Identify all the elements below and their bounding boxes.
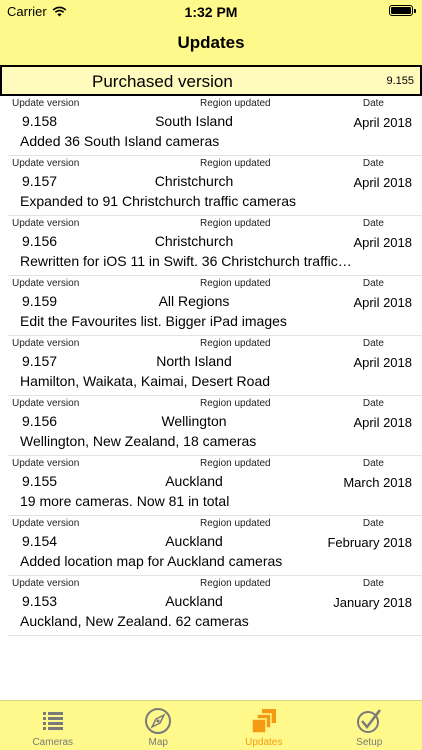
tab-label: Map	[148, 737, 168, 748]
update-date: April 2018	[353, 355, 412, 370]
date-header: Date	[362, 458, 384, 469]
version-header: Update version	[12, 578, 80, 589]
region-header: Region updated	[200, 278, 271, 289]
date-header: Date	[362, 98, 384, 109]
date-header: Date	[362, 578, 384, 589]
update-region: Christchurch	[154, 173, 234, 189]
region-header: Region updated	[200, 98, 271, 109]
region-header: Region updated	[200, 398, 271, 409]
date-header: Date	[362, 518, 384, 529]
region-header: Region updated	[200, 518, 271, 529]
version-header: Update version	[12, 98, 80, 109]
update-date: January 2018	[333, 595, 412, 610]
tab-label: Setup	[356, 737, 383, 748]
date-header: Date	[362, 218, 384, 229]
region-header: Region updated	[200, 338, 271, 349]
update-row[interactable]: Update version Region updated Date 9.156…	[8, 396, 422, 456]
top-bar: Carrier 1:32 PM Updates	[0, 0, 422, 65]
date-header: Date	[362, 398, 384, 409]
version-header: Update version	[12, 458, 80, 469]
update-description: Added location map for Auckland cameras	[20, 553, 283, 569]
version-header: Update version	[12, 278, 80, 289]
update-description: Rewritten for iOS 11 in Swift. 36 Christ…	[20, 253, 352, 269]
update-row[interactable]: Update version Region updated Date 9.155…	[8, 456, 422, 516]
update-description: Auckland, New Zealand. 62 cameras	[20, 613, 249, 629]
update-date: April 2018	[353, 295, 412, 310]
update-description: Hamilton, Waikata, Kaimai, Desert Road	[20, 373, 271, 389]
update-region: Auckland	[165, 533, 223, 549]
update-description: Wellington, New Zealand, 18 cameras	[20, 433, 257, 449]
version-header: Update version	[12, 218, 80, 229]
update-row[interactable]: Update version Region updated Date 9.159…	[8, 276, 422, 336]
update-region: North Island	[156, 353, 232, 369]
region-header: Region updated	[200, 578, 271, 589]
update-date: March 2018	[343, 475, 412, 490]
purchased-version-banner: Purchased version 9.155	[0, 65, 422, 96]
stacked-pages-icon	[249, 707, 279, 735]
list-icon	[38, 707, 68, 735]
version-header: Update version	[12, 158, 80, 169]
status-time: 1:32 PM	[184, 4, 238, 20]
update-description: Expanded to 91 Christchurch traffic came…	[20, 193, 296, 209]
version-header: Update version	[12, 398, 80, 409]
update-region: Wellington	[161, 413, 227, 429]
battery-icon	[389, 5, 416, 16]
updates-list[interactable]: Update version Region updated Date 9.158…	[0, 96, 422, 636]
update-region: Auckland	[165, 593, 223, 609]
update-description: Edit the Favourites list. Bigger iPad im…	[20, 313, 287, 329]
update-region: Christchurch	[154, 233, 234, 249]
update-date: April 2018	[353, 175, 412, 190]
version-header: Update version	[12, 338, 80, 349]
version-header: Update version	[12, 518, 80, 529]
tab-label: Cameras	[32, 737, 74, 748]
page-title: Updates	[177, 33, 245, 52]
region-header: Region updated	[200, 158, 271, 169]
tab-setup[interactable]: Setup	[317, 701, 422, 750]
purchased-version-label: Purchased version	[92, 72, 233, 91]
tab-bar: Cameras Map Updates Setup	[0, 700, 422, 750]
update-row[interactable]: Update version Region updated Date 9.157…	[8, 156, 422, 216]
tab-cameras[interactable]: Cameras	[0, 701, 106, 750]
update-region: South Island	[155, 113, 233, 129]
update-region: All Regions	[158, 293, 230, 309]
update-description: Added 36 South Island cameras	[20, 133, 220, 149]
date-header: Date	[362, 338, 384, 349]
update-date: April 2018	[353, 115, 412, 130]
date-header: Date	[362, 158, 384, 169]
update-row[interactable]: Update version Region updated Date 9.157…	[8, 336, 422, 396]
tab-label: Updates	[245, 737, 283, 748]
update-date: April 2018	[353, 415, 412, 430]
status-bar: Carrier 1:32 PM	[0, 0, 422, 22]
tab-updates[interactable]: Updates	[211, 701, 317, 750]
compass-icon	[143, 707, 173, 735]
update-region: Auckland	[165, 473, 223, 489]
update-row[interactable]: Update version Region updated Date 9.158…	[8, 96, 422, 156]
update-description: 19 more cameras. Now 81 in total	[20, 493, 230, 509]
update-row[interactable]: Update version Region updated Date 9.153…	[8, 576, 422, 636]
region-header: Region updated	[200, 458, 271, 469]
update-row[interactable]: Update version Region updated Date 9.154…	[8, 516, 422, 576]
update-row[interactable]: Update version Region updated Date 9.156…	[8, 216, 422, 276]
date-header: Date	[362, 278, 384, 289]
checkmark-circle-icon	[354, 707, 384, 735]
update-date: February 2018	[327, 535, 412, 550]
region-header: Region updated	[200, 218, 271, 229]
purchased-version-number: 9.155	[386, 75, 414, 87]
tab-map[interactable]: Map	[106, 701, 212, 750]
update-date: April 2018	[353, 235, 412, 250]
